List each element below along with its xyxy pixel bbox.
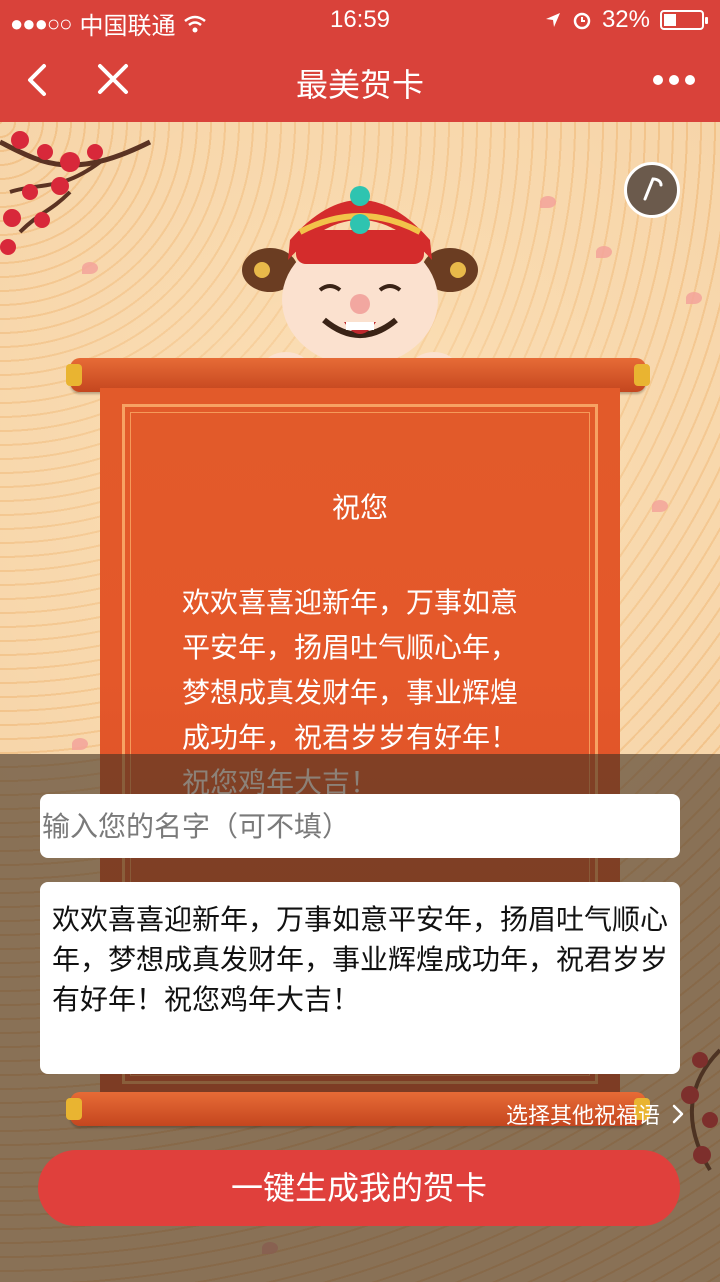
rod-cap — [66, 364, 82, 386]
battery-percent: 32% — [601, 6, 650, 33]
petal-decoration — [686, 292, 702, 304]
page-title: 最美贺卡 — [295, 66, 424, 104]
nav-bar: 最美贺卡 — [0, 40, 720, 122]
music-toggle-button[interactable] — [624, 162, 680, 218]
message-textarea[interactable]: 欢欢喜喜迎新年，万事如意平安年，扬眉吐气顺心年，梦想成真发财年，事业辉煌成功年，… — [40, 882, 680, 1074]
petal-decoration — [596, 246, 612, 258]
plum-blossom-decoration — [0, 131, 152, 255]
rod-cap — [66, 1098, 82, 1120]
generate-card-button[interactable]: 一键生成我的贺卡 — [38, 1150, 680, 1226]
scroll-top-rod — [66, 358, 650, 392]
alarm-icon — [573, 12, 591, 30]
chevron-right-icon — [672, 1104, 684, 1124]
name-input[interactable] — [40, 794, 680, 858]
choose-other-label: 选择其他祝福语 — [505, 1104, 660, 1129]
petal-decoration — [540, 196, 556, 208]
location-arrow-icon — [545, 13, 560, 27]
more-icon[interactable] — [652, 70, 696, 90]
choose-other-greeting-link[interactable]: 选择其他祝福语 — [506, 1098, 684, 1130]
music-note-icon — [643, 177, 663, 201]
petal-decoration — [82, 262, 98, 274]
greeting-heading: 祝您 — [331, 491, 388, 524]
petal-decoration — [72, 738, 88, 750]
status-bar: ●●●○○ 中国联通 16:59 32% — [0, 0, 720, 40]
battery-icon — [660, 10, 708, 30]
mascot-illustration — [242, 186, 478, 380]
rod-cap — [634, 364, 650, 386]
